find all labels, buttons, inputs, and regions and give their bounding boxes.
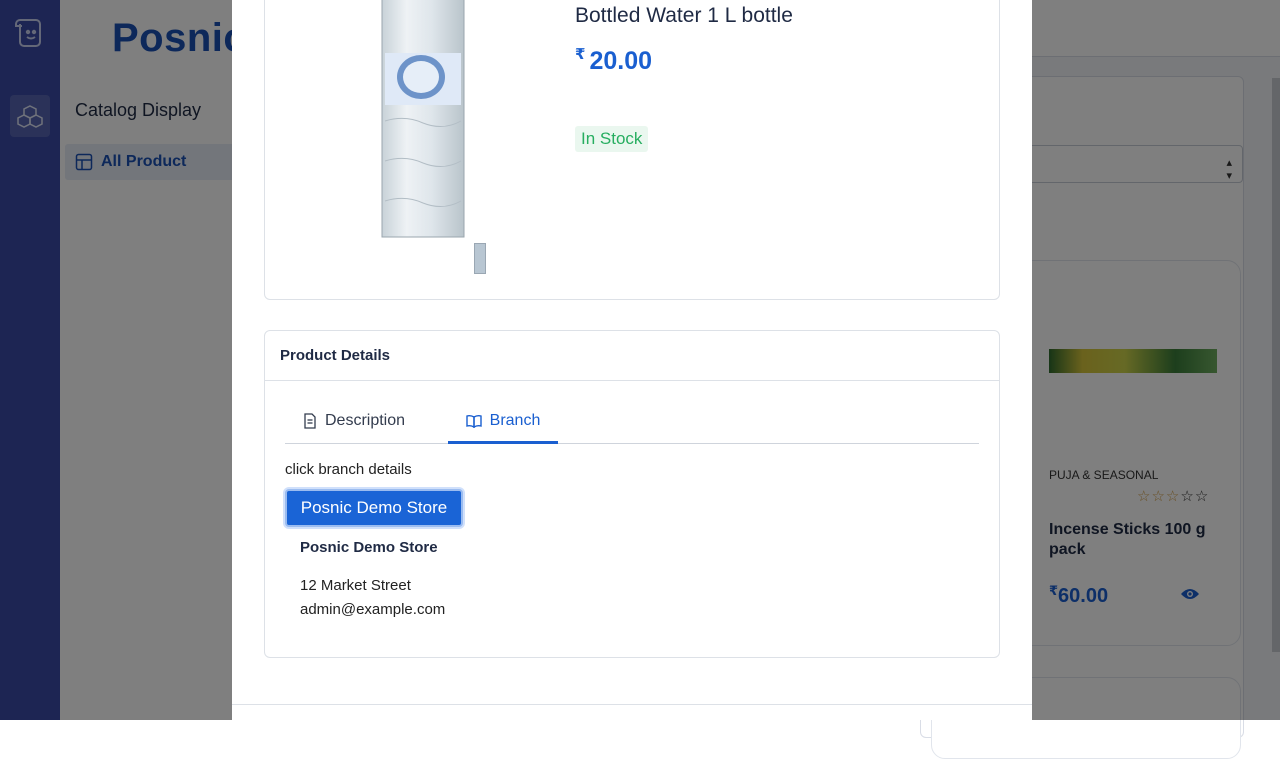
branch-select-button[interactable]: Posnic Demo Store [285, 489, 463, 527]
stock-status-badge: In Stock [575, 126, 649, 152]
product-summary-card: Bottled Water 1 L bottle ₹20.00 In Stock [264, 0, 1000, 300]
modal-footer-divider [232, 704, 1032, 705]
details-tabs: Description Branch [285, 401, 979, 444]
product-title: Bottled Water 1 L bottle [575, 4, 793, 27]
branch-address: 12 Market Street [300, 577, 411, 594]
book-icon [465, 414, 490, 428]
details-header: Product Details [265, 331, 999, 381]
branch-name: Posnic Demo Store [300, 539, 438, 556]
product-image [381, 0, 465, 238]
tab-branch[interactable]: Branch [448, 401, 558, 444]
branch-hint-text: click branch details [285, 461, 412, 478]
product-thumbnail[interactable] [474, 243, 486, 274]
tab-label: Branch [489, 412, 541, 429]
tab-description[interactable]: Description [303, 401, 405, 441]
tab-label: Description [325, 412, 406, 429]
product-details-card: Product Details Description Branch click… [264, 330, 1000, 658]
branch-email: admin@example.com [300, 601, 446, 618]
product-detail-modal: Bottled Water 1 L bottle ₹20.00 In Stock… [232, 0, 1032, 720]
document-icon [303, 413, 325, 429]
product-price: ₹20.00 [575, 46, 652, 75]
